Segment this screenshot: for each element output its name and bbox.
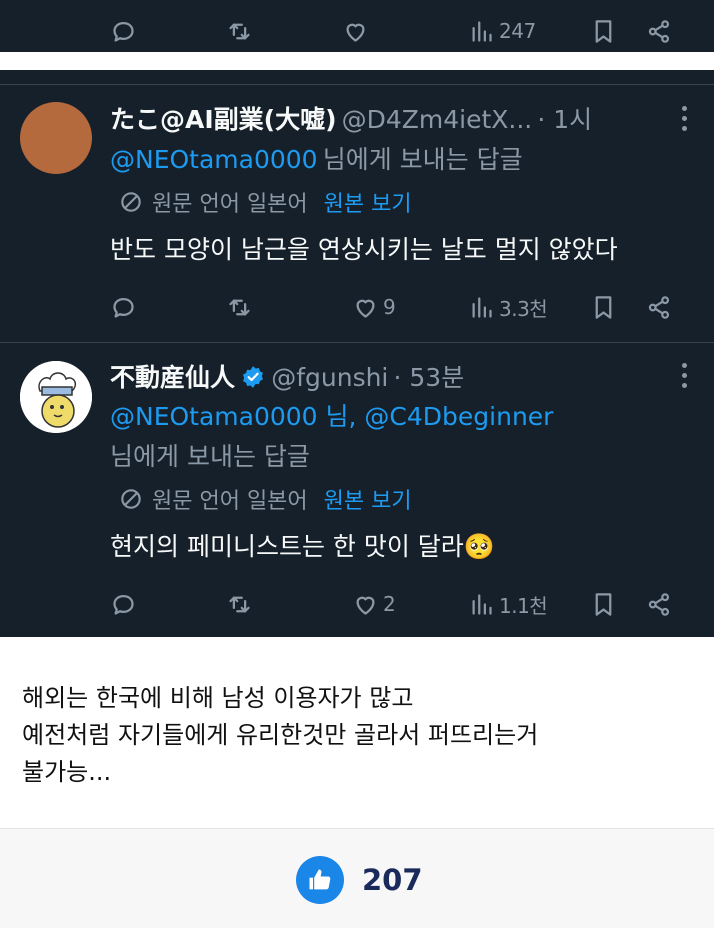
previous-tweet-actions: 247 [0,0,714,52]
more-options-icon[interactable] [682,363,688,389]
comment-line: 해외는 한국에 비해 남성 이용자가 많고 [22,684,414,712]
thumbs-up-button[interactable] [296,856,344,904]
recommend-area: 207 [0,829,714,928]
handle[interactable]: @D4Zm4ietX... [342,105,533,134]
action-bar: 247 [110,16,696,46]
tweet[interactable]: 不動産仙人 @fgunshi · 53분 @NEOtama0000 님, @C4… [0,343,714,637]
comment-line: 예전처럼 자기들에게 유리한것만 골라서 퍼뜨리는거 [22,721,539,749]
avatar-image [20,102,92,174]
like-button[interactable]: 9 [352,292,396,322]
bookmark-button[interactable] [590,16,617,46]
share-button[interactable] [646,16,673,46]
chef-character-avatar [20,361,92,433]
share-icon [648,19,670,43]
bookmark-icon [595,19,612,43]
tweet-text: 반도 모양이 남근을 연상시키는 날도 멀지 않았다 [110,235,618,264]
post-comment: 해외는 한국에 비해 남성 이용자가 많고 예전처럼 자기들에게 유리한것만 골… [22,680,702,791]
bookmark-button[interactable] [590,292,617,322]
reply-icon [113,297,134,318]
views-button[interactable]: 247 [468,16,536,46]
translation-label: 원문 언어 일본어 [152,489,308,514]
avatar[interactable] [20,102,92,174]
retweet-button[interactable] [226,292,253,322]
share-icon [648,295,670,319]
bookmark-icon [595,592,612,616]
tweet-thread: たこ@AI副業(大嘘) @D4Zm4ietX... · 1시 @NEOtama0… [0,70,714,637]
divider [0,84,714,85]
reply-suffix: 님에게 보내는 답글 [322,145,523,174]
translate-icon [121,192,141,212]
heart-icon [356,596,375,615]
like-button[interactable]: 2 [352,589,396,619]
retweet-button[interactable] [226,589,253,619]
translation-bar: 원문 언어 일본어 원본 보기 [118,186,412,218]
views-icon [472,296,492,318]
bookmark-icon [595,295,612,319]
tweet-text: 현지의 페미니스트는 한 맛이 달라 [110,532,464,561]
tweet-header: 不動産仙人 @fgunshi · 53분 [110,358,464,394]
reply-context: @NEOtama0000 님에게 보내는 답글 [110,140,523,176]
like-button[interactable] [342,16,369,46]
share-icon [648,592,670,616]
share-button[interactable] [646,589,673,619]
reply-button[interactable] [110,292,137,322]
views-button[interactable]: 3.3천 [468,292,548,322]
timestamp[interactable]: · 53분 [393,363,464,392]
translation-label: 원문 언어 일본어 [152,192,308,217]
tweet-header: たこ@AI副業(大嘘) @D4Zm4ietX... · 1시 [110,100,592,136]
like-count: 2 [383,592,396,616]
views-count: 3.3천 [499,296,548,321]
retweet-icon [229,23,250,39]
comment-line: 불가능... [22,758,112,786]
translation-bar: 원문 언어 일본어 원본 보기 [118,483,412,515]
timestamp[interactable]: · 1시 [537,105,592,134]
mention-link[interactable]: @NEOtama0000 님, @C4Dbeginner [110,402,553,431]
views-button[interactable]: 1.1천 [468,589,548,619]
retweet-button[interactable] [226,16,253,46]
recommend-count: 207 [362,863,423,897]
action-bar: 9 3.3천 [110,292,696,322]
retweet-icon [229,596,250,612]
heart-icon [346,23,365,42]
reply-context: @NEOtama0000 님, @C4Dbeginner [110,397,553,433]
views-count: 1.1천 [499,593,548,618]
translate-icon [121,489,141,509]
heart-icon [356,299,375,318]
tweet[interactable]: たこ@AI副業(大嘘) @D4Zm4ietX... · 1시 @NEOtama0… [0,70,714,342]
more-options-icon[interactable] [682,106,688,132]
share-button[interactable] [646,292,673,322]
reply-icon [113,21,134,42]
view-original-link[interactable]: 원본 보기 [324,483,412,515]
retweet-icon [229,299,250,315]
view-original-link[interactable]: 원본 보기 [324,186,412,218]
views-icon [472,593,492,615]
reply-suffix: 님에게 보내는 답글 [110,442,310,471]
avatar[interactable] [20,361,92,433]
action-bar: 2 1.1천 [110,589,696,619]
display-name[interactable]: たこ@AI副業(大嘘) [110,105,337,134]
reply-context-line2: 님에게 보내는 답글 [110,437,310,473]
like-count: 9 [383,295,396,319]
display-name[interactable]: 不動産仙人 [110,363,235,392]
verified-badge-icon [243,366,264,388]
reply-button[interactable] [110,589,137,619]
views-icon [472,20,492,42]
thumbs-up-icon [309,869,331,890]
bookmark-button[interactable] [590,589,617,619]
pleading-face-emoji: 🥺 [463,532,495,561]
reply-button[interactable] [110,16,137,46]
views-count: 247 [499,19,536,43]
reply-icon [113,594,134,615]
mention-link[interactable]: @NEOtama0000 [110,145,318,174]
tweet-text-row: 현지의 페미니스트는 한 맛이 달라🥺 [110,527,495,563]
handle[interactable]: @fgunshi [271,363,388,392]
